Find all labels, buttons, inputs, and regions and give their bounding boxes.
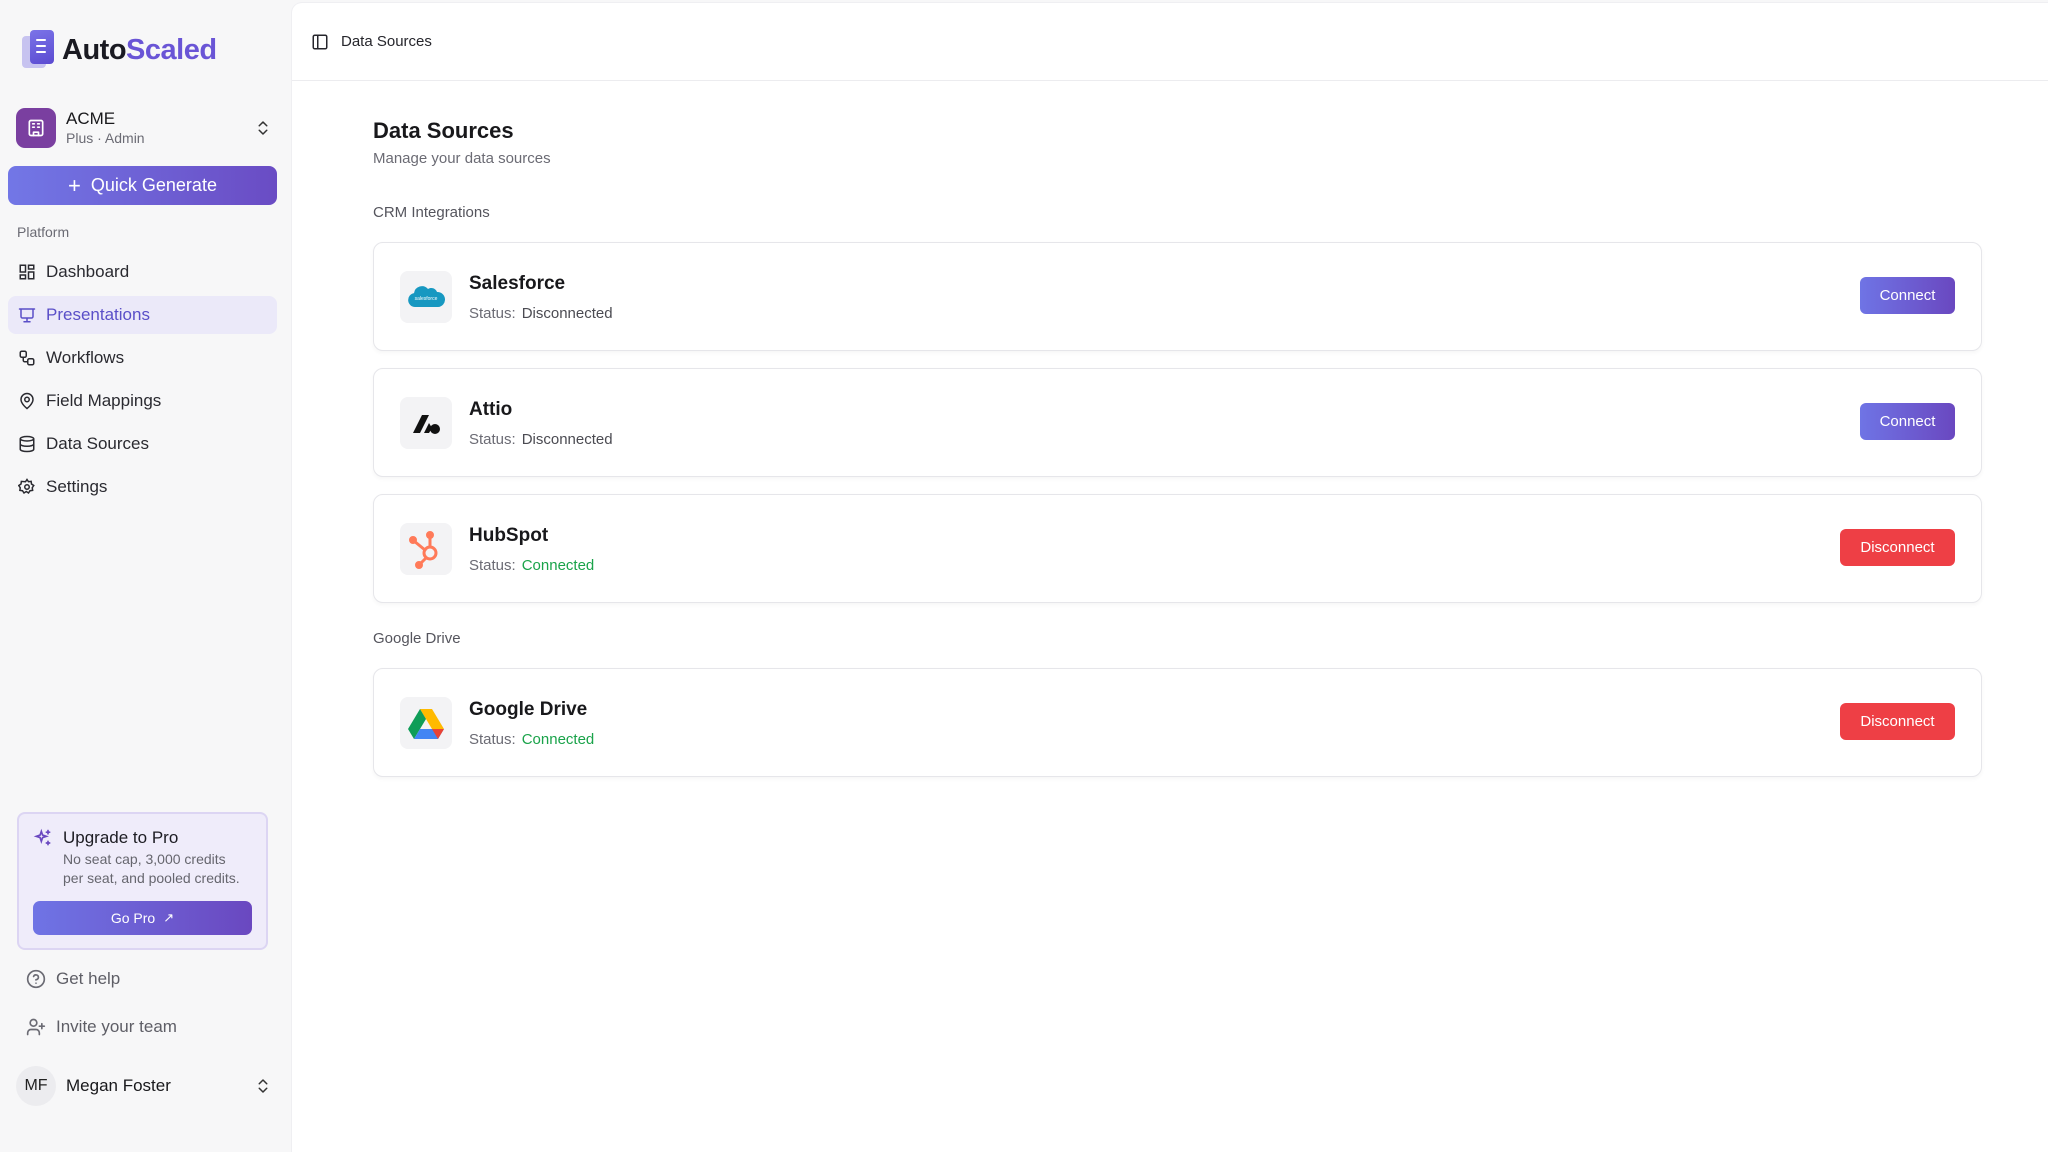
attio-logo-icon (400, 397, 452, 449)
section-label-platform: Platform (17, 224, 70, 240)
data-source-name: Salesforce (469, 273, 566, 294)
org-switcher[interactable]: ACME Plus · Admin (16, 107, 272, 149)
sidebar-item-label: Settings (46, 477, 108, 496)
sidebar: AutoScaled ACME Plus · Admin + Quick Gen… (0, 0, 292, 1152)
connect-button[interactable]: Connect (1860, 277, 1955, 314)
avatar: MF (16, 1066, 56, 1106)
sidebar-item-settings[interactable]: Settings (8, 468, 277, 506)
salesforce-logo-icon: salesforce (400, 271, 452, 323)
page-title: Data Sources (373, 118, 514, 143)
breadcrumb: Data Sources (341, 33, 432, 50)
invite-team-label: Invite your team (56, 1017, 177, 1036)
chevron-updown-icon (258, 121, 268, 135)
status-value: Disconnected (521, 305, 613, 322)
sidebar-toggle-icon[interactable] (311, 33, 329, 51)
sidebar-item-dashboard[interactable]: Dashboard (8, 253, 277, 291)
data-source-card-attio: Attio Status: Disconnected Connect (373, 368, 1982, 477)
data-source-status: Status: Connected (469, 731, 594, 748)
data-source-card-hubspot: HubSpot Status: Connected Disconnect (373, 494, 1982, 603)
sidebar-item-field-mappings[interactable]: Field Mappings (8, 382, 277, 420)
chevron-updown-icon (258, 1079, 268, 1093)
sidebar-nav: Dashboard Presentations Workflows Field … (8, 253, 277, 511)
go-pro-label: Go Pro (110, 910, 156, 926)
sidebar-item-label: Workflows (46, 348, 125, 367)
status-label: Status: (469, 731, 516, 748)
data-source-card-google-drive: Google Drive Status: Connected Disconnect (373, 668, 1982, 777)
sidebar-item-label: Presentations (46, 305, 150, 324)
status-value: Connected (521, 557, 595, 574)
sidebar-item-label: Dashboard (46, 262, 130, 281)
logo-text: AutoScaled (62, 33, 217, 66)
arrow-up-right-icon: ↗ (163, 910, 175, 925)
plus-icon: + (68, 172, 81, 198)
sidebar-item-data-sources[interactable]: Data Sources (8, 425, 277, 463)
logo-icon (22, 30, 56, 70)
workflow-icon (19, 350, 35, 366)
upgrade-description: No seat cap, 3,000 credits per seat, and… (63, 850, 252, 888)
topbar: Data Sources (292, 3, 2048, 81)
data-source-name: HubSpot (469, 525, 549, 546)
data-source-name: Attio (469, 399, 513, 420)
gear-icon (18, 478, 35, 495)
sidebar-item-label: Field Mappings (46, 391, 162, 410)
disconnect-button[interactable]: Disconnect (1840, 703, 1955, 740)
app-logo[interactable]: AutoScaled (22, 30, 217, 70)
go-pro-button[interactable]: Go Pro ↗ (33, 901, 252, 935)
building-icon (16, 108, 56, 148)
sidebar-item-label: Data Sources (46, 434, 149, 453)
data-source-card-salesforce: salesforce Salesforce Status: Disconnecte… (373, 242, 1982, 351)
hubspot-logo-icon (400, 523, 452, 575)
group-label-crm: CRM Integrations (373, 204, 490, 221)
presentation-icon (18, 308, 36, 323)
google-drive-logo-icon (400, 697, 452, 749)
quick-generate-label: Quick Generate (90, 175, 217, 195)
upgrade-title: Upgrade to Pro (63, 828, 179, 847)
dashboard-icon (19, 264, 35, 280)
org-name: ACME (66, 109, 116, 128)
data-source-status: Status: Disconnected (469, 305, 613, 322)
upgrade-card: Upgrade to Pro No seat cap, 3,000 credit… (17, 812, 268, 950)
group-label-google-drive: Google Drive (373, 630, 461, 647)
upgrade-desc-line: per seat, and pooled credits. (63, 870, 240, 886)
sidebar-item-presentations[interactable]: Presentations (8, 296, 277, 334)
data-source-status: Status: Disconnected (469, 431, 613, 448)
status-label: Status: (469, 305, 516, 322)
data-source-name: Google Drive (469, 699, 588, 720)
data-source-status: Status: Connected (469, 557, 594, 574)
status-label: Status: (469, 557, 516, 574)
database-icon (19, 435, 35, 453)
map-pin-icon (20, 392, 34, 410)
status-value: Disconnected (521, 431, 613, 448)
sidebar-item-workflows[interactable]: Workflows (8, 339, 277, 377)
status-label: Status: (469, 431, 516, 448)
page-subtitle: Manage your data sources (373, 150, 551, 167)
connect-button[interactable]: Connect (1860, 403, 1955, 440)
upgrade-desc-line: No seat cap, 3,000 credits (63, 851, 226, 867)
sparkles-icon (33, 828, 51, 846)
user-name: Megan Foster (66, 1076, 171, 1095)
org-plan: Plus · Admin (66, 130, 145, 146)
user-menu[interactable]: MF Megan Foster (16, 1066, 272, 1106)
get-help-link[interactable]: Get help (26, 969, 120, 989)
main-content: Data Sources Data Sources Manage your da… (292, 3, 2048, 1152)
help-circle-icon (26, 969, 46, 989)
user-plus-icon (26, 1018, 46, 1036)
status-value: Connected (521, 731, 595, 748)
svg-text:salesforce: salesforce (415, 296, 438, 302)
invite-team-link[interactable]: Invite your team (26, 1017, 177, 1037)
disconnect-button[interactable]: Disconnect (1840, 529, 1955, 566)
quick-generate-button[interactable]: + Quick Generate (8, 166, 277, 205)
get-help-label: Get help (56, 969, 121, 988)
